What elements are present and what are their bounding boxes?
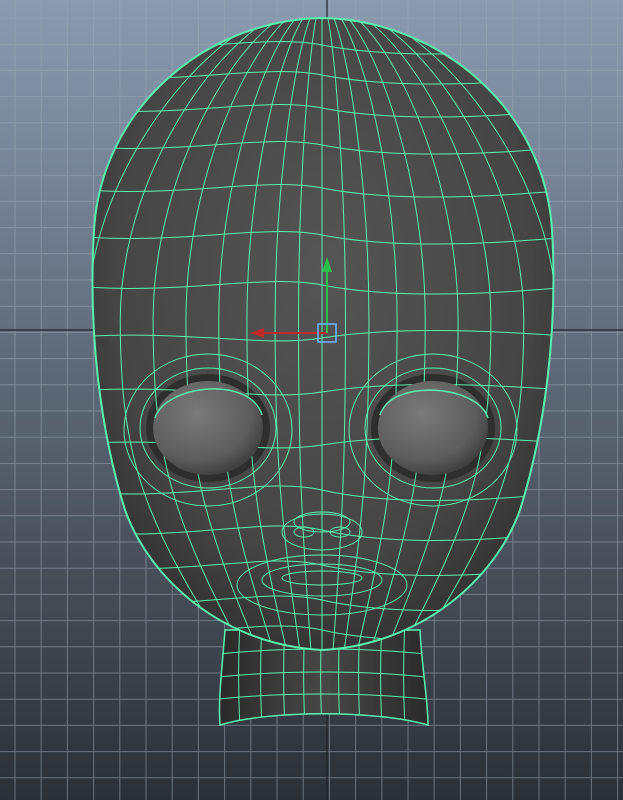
left-eyeball[interactable] [153, 381, 263, 475]
right-eyeball[interactable] [378, 381, 488, 475]
viewport-3d[interactable] [0, 0, 623, 800]
